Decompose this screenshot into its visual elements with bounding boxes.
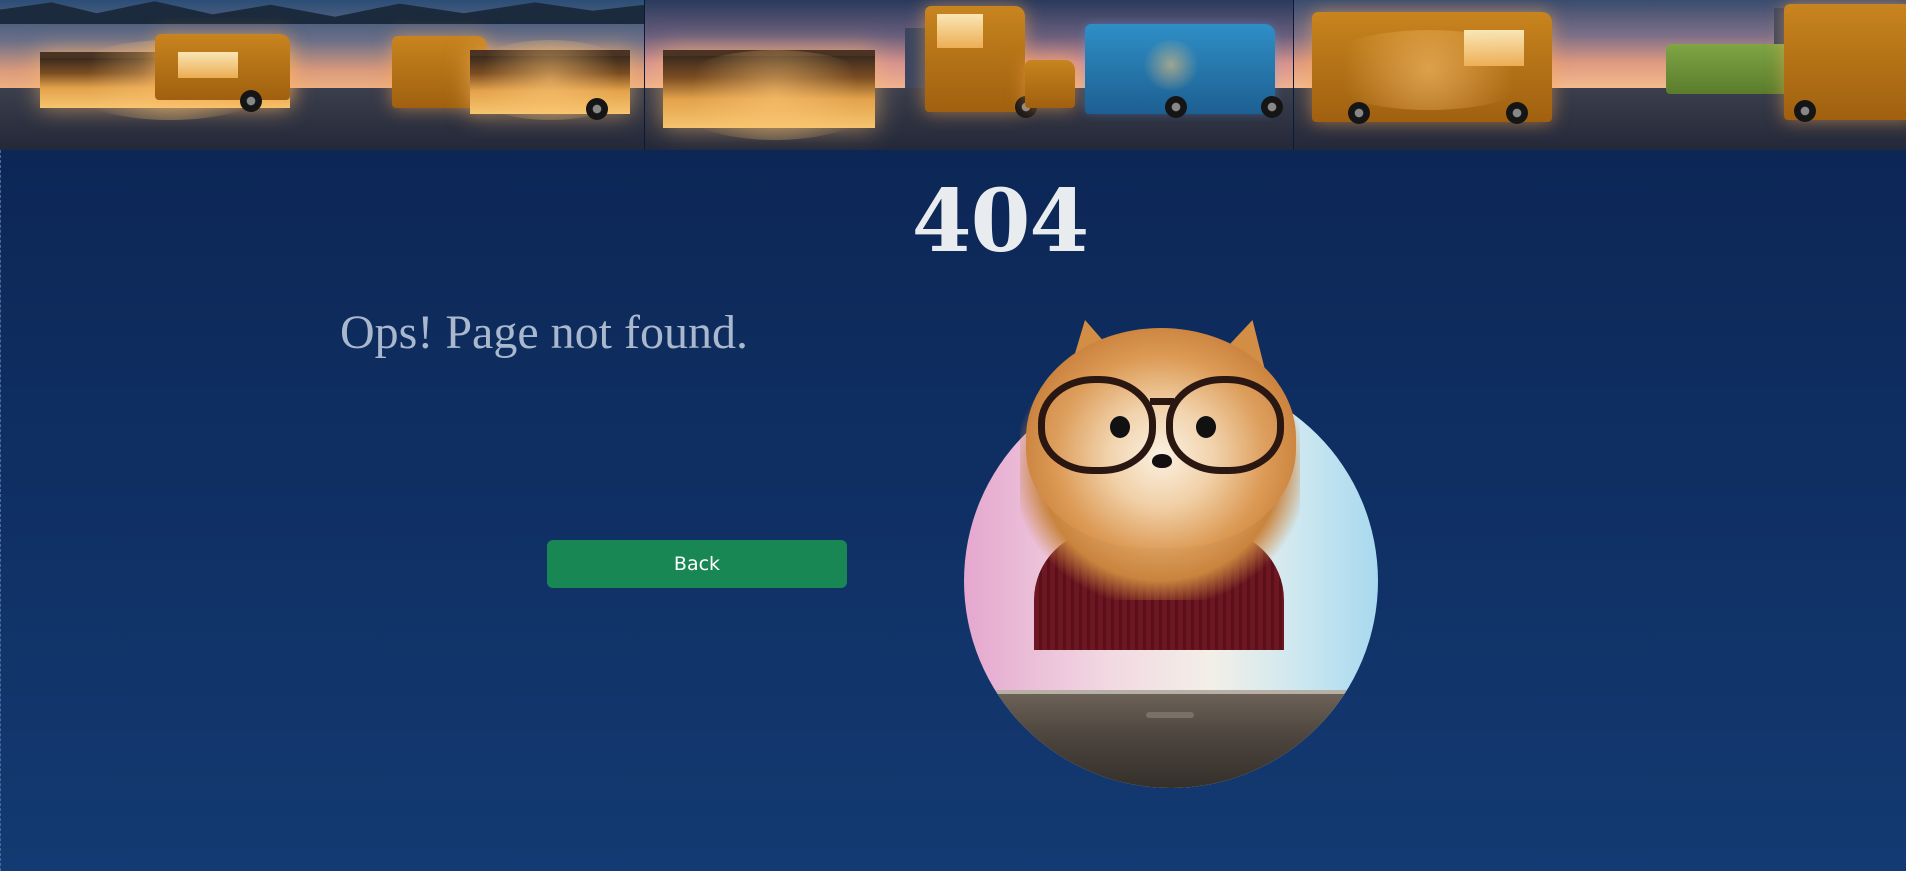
header-banner xyxy=(0,0,1906,150)
banner-image-food-truck-city xyxy=(1293,0,1906,150)
dog-with-glasses-image xyxy=(960,320,1380,788)
error-message: Ops! Page not found. xyxy=(340,306,748,359)
banner-image-food-truck-market xyxy=(0,0,646,150)
error-code: 404 xyxy=(0,172,1906,272)
banner-image-food-truck-street xyxy=(645,0,1294,150)
laptop-image xyxy=(964,690,1378,788)
error-code-text: 404 xyxy=(911,171,1090,272)
back-button[interactable]: Back xyxy=(547,540,847,588)
glasses-icon xyxy=(1038,376,1286,474)
